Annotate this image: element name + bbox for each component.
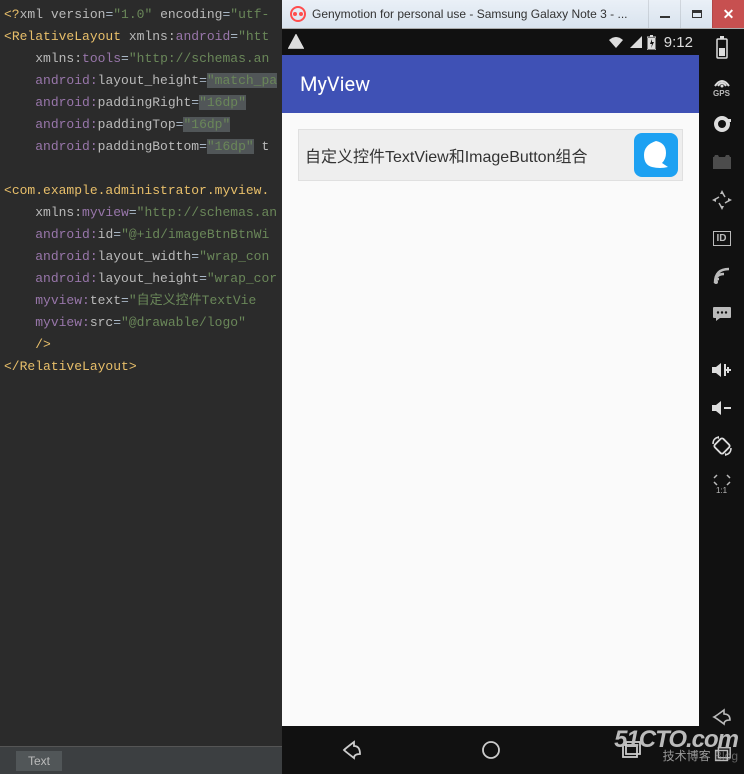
watermark: 51CTO.com 技术博客 Blog [614, 732, 738, 764]
gps-tool-icon[interactable]: GPS [699, 67, 744, 105]
battery-tool-icon[interactable] [699, 29, 744, 67]
code-line[interactable]: myview:text="自定义控件TextVie [4, 290, 285, 312]
code-line[interactable]: android:layout_height="match_pa [4, 70, 285, 92]
emulator-window: Genymotion for personal use - Samsung Ga… [282, 0, 744, 774]
nav-home-button[interactable] [421, 726, 560, 774]
volume-up-button[interactable] [699, 351, 744, 389]
code-line[interactable]: </RelativeLayout> [4, 356, 285, 378]
clock-text: 9:12 [664, 34, 693, 51]
code-line[interactable]: android:paddingRight="16dp" [4, 92, 285, 114]
notification-icon [288, 34, 304, 50]
network-tool-icon[interactable] [699, 257, 744, 295]
code-line[interactable]: android:id="@+id/imageBtnBtnWi [4, 224, 285, 246]
code-line[interactable]: <RelativeLayout xmlns:android="htt [4, 26, 285, 48]
volume-down-button[interactable] [699, 389, 744, 427]
window-minimize-button[interactable] [648, 0, 680, 28]
window-close-button[interactable]: ✕ [712, 0, 744, 28]
code-line[interactable]: android:paddingTop="16dp" [4, 114, 285, 136]
remote-tool-icon[interactable] [699, 181, 744, 219]
window-maximize-button[interactable] [680, 0, 712, 28]
window-titlebar[interactable]: Genymotion for personal use - Samsung Ga… [282, 0, 744, 29]
sms-tool-icon[interactable] [699, 295, 744, 333]
rotate-button[interactable] [699, 427, 744, 465]
identifier-tool-icon[interactable]: ID [699, 219, 744, 257]
xml-code-editor[interactable]: <?xml version="1.0" encoding="utf-<Relat… [0, 0, 285, 774]
code-line[interactable]: /> [4, 334, 285, 356]
genymotion-icon [290, 6, 306, 22]
widget-logo-icon[interactable] [634, 133, 678, 177]
nav-back-button[interactable] [282, 726, 421, 774]
device-screen: 9:12 MyView 自定义控件TextView和ImageButton组合 … [282, 29, 699, 774]
app-bar: MyView [282, 55, 699, 113]
camera-tool-icon[interactable] [699, 105, 744, 143]
window-title: Genymotion for personal use - Samsung Ga… [312, 7, 648, 21]
code-line[interactable]: android:paddingBottom="16dp" t [4, 136, 285, 158]
code-line[interactable]: myview:src="@drawable/logo" [4, 312, 285, 334]
app-content: 自定义控件TextView和ImageButton组合 [282, 113, 699, 774]
editor-tab-bar: Text [0, 746, 285, 774]
pixel-perfect-button[interactable]: 1:1 [699, 465, 744, 503]
code-line[interactable]: <?xml version="1.0" encoding="utf- [4, 4, 285, 26]
code-line[interactable]: android:layout_width="wrap_con [4, 246, 285, 268]
capture-tool-icon[interactable] [699, 143, 744, 181]
widget-text: 自定义控件TextView和ImageButton组合 [305, 143, 587, 167]
app-title: MyView [300, 72, 370, 96]
code-line[interactable] [4, 158, 285, 180]
tab-text[interactable]: Text [16, 751, 62, 771]
battery-icon [647, 35, 656, 50]
code-line[interactable]: <com.example.administrator.myview. [4, 180, 285, 202]
signal-icon [629, 35, 643, 49]
android-statusbar: 9:12 [282, 29, 699, 55]
code-line[interactable]: android:layout_height="wrap_cor [4, 268, 285, 290]
code-line[interactable]: xmlns:myview="http://schemas.an [4, 202, 285, 224]
wifi-icon [607, 35, 625, 49]
code-line[interactable]: xmlns:tools="http://schemas.an [4, 48, 285, 70]
emulator-sidebar: GPS ID [699, 29, 744, 774]
custom-compound-view[interactable]: 自定义控件TextView和ImageButton组合 [298, 129, 683, 181]
